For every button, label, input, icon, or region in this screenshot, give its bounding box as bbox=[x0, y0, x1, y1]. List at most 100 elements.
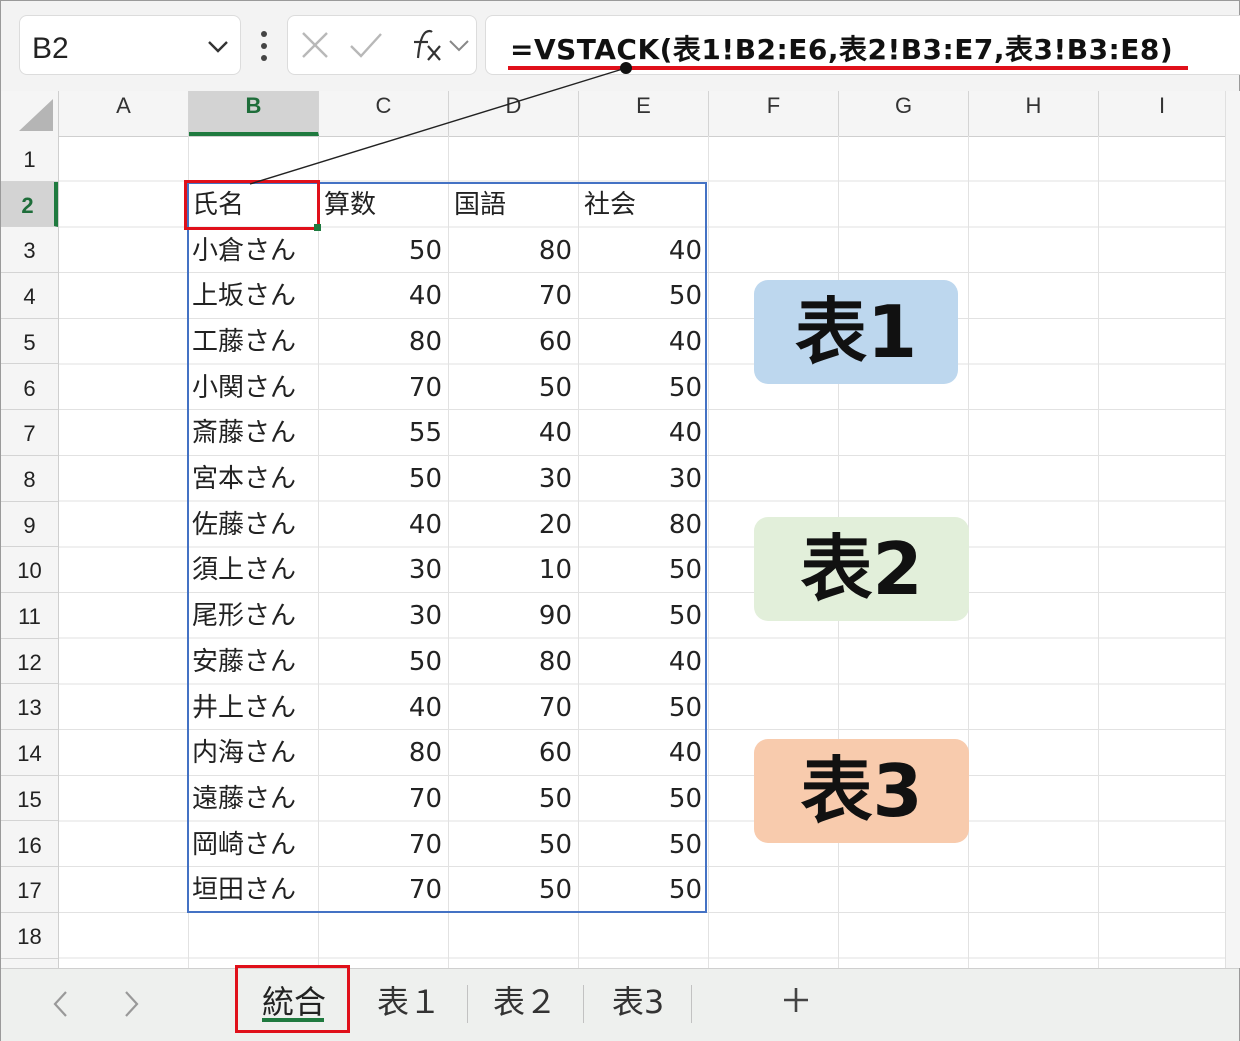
insert-function-icon[interactable] bbox=[404, 26, 444, 64]
table-cell[interactable]: 小倉さん bbox=[192, 229, 316, 275]
row-header[interactable]: 2 bbox=[1, 181, 58, 228]
table-cell[interactable]: 10 bbox=[448, 548, 572, 594]
row-header[interactable]: 5 bbox=[1, 319, 58, 365]
table-cell[interactable]: 30 bbox=[448, 457, 572, 503]
chevron-down-icon[interactable] bbox=[448, 36, 470, 56]
row-header[interactable]: 1 bbox=[1, 136, 58, 182]
table-cell[interactable]: 55 bbox=[318, 411, 442, 457]
table-cell[interactable]: 40 bbox=[318, 686, 442, 732]
fill-handle[interactable] bbox=[314, 224, 321, 231]
chevron-left-icon[interactable] bbox=[47, 987, 75, 1021]
table-cell[interactable]: 50 bbox=[448, 823, 572, 869]
table-cell[interactable]: 80 bbox=[578, 503, 702, 549]
table-cell[interactable]: 岡崎さん bbox=[192, 823, 316, 869]
row-header[interactable]: 6 bbox=[1, 365, 58, 411]
table-cell[interactable]: 遠藤さん bbox=[192, 777, 316, 823]
table-cell[interactable]: 50 bbox=[578, 274, 702, 320]
row-header[interactable]: 17 bbox=[1, 867, 58, 913]
table-cell[interactable]: 40 bbox=[318, 274, 442, 320]
table-cell[interactable]: 30 bbox=[578, 457, 702, 503]
table-cell[interactable]: 50 bbox=[448, 868, 572, 914]
table-cell[interactable]: 70 bbox=[448, 686, 572, 732]
table-cell[interactable]: 50 bbox=[448, 777, 572, 823]
table-header-cell[interactable]: 社会 bbox=[584, 183, 708, 229]
table-cell[interactable]: 50 bbox=[578, 686, 702, 732]
table-cell[interactable]: 40 bbox=[578, 229, 702, 275]
column-header-d[interactable]: D bbox=[449, 91, 579, 136]
table-cell[interactable]: 80 bbox=[318, 320, 442, 366]
name-box[interactable]: B2 bbox=[19, 15, 241, 75]
table-cell[interactable]: 須上さん bbox=[192, 548, 316, 594]
table-cell[interactable]: 70 bbox=[448, 274, 572, 320]
row-header[interactable]: 18 bbox=[1, 913, 58, 959]
table-cell[interactable]: 50 bbox=[318, 229, 442, 275]
row-header[interactable]: 10 bbox=[1, 547, 58, 593]
column-header-c[interactable]: C bbox=[319, 91, 449, 136]
table-cell[interactable]: 90 bbox=[448, 594, 572, 640]
table-cell[interactable]: 20 bbox=[448, 503, 572, 549]
table-cell[interactable]: 60 bbox=[448, 731, 572, 777]
table-cell[interactable]: 50 bbox=[578, 868, 702, 914]
row-header[interactable]: 7 bbox=[1, 410, 58, 456]
cancel-icon[interactable] bbox=[300, 30, 330, 60]
table-cell[interactable]: 70 bbox=[318, 868, 442, 914]
table-cell[interactable]: 斎藤さん bbox=[192, 411, 316, 457]
chevron-down-icon[interactable] bbox=[206, 34, 230, 58]
row-header[interactable]: 14 bbox=[1, 730, 58, 776]
table-cell[interactable]: 井上さん bbox=[192, 686, 316, 732]
sheet-tab[interactable]: 表２ bbox=[473, 969, 577, 1035]
table-cell[interactable]: 70 bbox=[318, 777, 442, 823]
more-options-icon[interactable] bbox=[254, 29, 274, 63]
table-cell[interactable]: 30 bbox=[318, 594, 442, 640]
table-cell[interactable]: 佐藤さん bbox=[192, 503, 316, 549]
table-cell[interactable]: 40 bbox=[578, 411, 702, 457]
row-header[interactable]: 15 bbox=[1, 776, 58, 822]
column-header-a[interactable]: A bbox=[59, 91, 189, 136]
table-cell[interactable]: 50 bbox=[448, 366, 572, 412]
table-cell[interactable]: 40 bbox=[318, 503, 442, 549]
column-header-b[interactable]: B bbox=[189, 91, 319, 136]
table-cell[interactable]: 40 bbox=[578, 640, 702, 686]
table-cell[interactable]: 50 bbox=[318, 640, 442, 686]
table-header-cell[interactable]: 国語 bbox=[454, 183, 578, 229]
table-cell[interactable]: 垣田さん bbox=[192, 868, 316, 914]
table-cell[interactable]: 50 bbox=[578, 777, 702, 823]
table-cell[interactable]: 50 bbox=[578, 366, 702, 412]
table-cell[interactable]: 50 bbox=[578, 548, 702, 594]
row-header[interactable]: 12 bbox=[1, 639, 58, 685]
table-cell[interactable]: 小関さん bbox=[192, 366, 316, 412]
table-cell[interactable]: 50 bbox=[578, 594, 702, 640]
table-cell[interactable]: 80 bbox=[448, 640, 572, 686]
table-cell[interactable]: 安藤さん bbox=[192, 640, 316, 686]
table-cell[interactable]: 70 bbox=[318, 366, 442, 412]
column-header-i[interactable]: I bbox=[1099, 91, 1226, 136]
row-header[interactable]: 13 bbox=[1, 684, 58, 731]
add-sheet-icon[interactable] bbox=[780, 984, 812, 1016]
table-cell[interactable]: 上坂さん bbox=[192, 274, 316, 320]
table-cell[interactable]: 30 bbox=[318, 548, 442, 594]
table-cell[interactable]: 80 bbox=[318, 731, 442, 777]
row-header[interactable]: 4 bbox=[1, 273, 58, 319]
table-cell[interactable]: 宮本さん bbox=[192, 457, 316, 503]
chevron-right-icon[interactable] bbox=[117, 987, 145, 1021]
row-header[interactable]: 3 bbox=[1, 227, 58, 274]
select-all-corner[interactable] bbox=[1, 91, 59, 136]
table-cell[interactable]: 60 bbox=[448, 320, 572, 366]
table-cell[interactable]: 40 bbox=[578, 731, 702, 777]
column-header-g[interactable]: G bbox=[839, 91, 969, 136]
row-header[interactable]: 11 bbox=[1, 593, 58, 639]
table-cell[interactable]: 尾形さん bbox=[192, 594, 316, 640]
row-header[interactable]: 8 bbox=[1, 456, 58, 502]
column-header-e[interactable]: E bbox=[579, 91, 709, 136]
sheet-tab[interactable]: 表3 bbox=[589, 969, 687, 1035]
enter-check-icon[interactable] bbox=[348, 30, 384, 60]
vertical-scrollbar[interactable] bbox=[1225, 91, 1240, 968]
table-cell[interactable]: 40 bbox=[448, 411, 572, 457]
table-cell[interactable]: 70 bbox=[318, 823, 442, 869]
row-header[interactable]: 16 bbox=[1, 822, 58, 868]
column-header-f[interactable]: F bbox=[709, 91, 839, 136]
table-header-cell[interactable]: 算数 bbox=[324, 183, 448, 229]
table-cell[interactable]: 50 bbox=[318, 457, 442, 503]
row-header[interactable]: 9 bbox=[1, 502, 58, 548]
table-cell[interactable]: 工藤さん bbox=[192, 320, 316, 366]
